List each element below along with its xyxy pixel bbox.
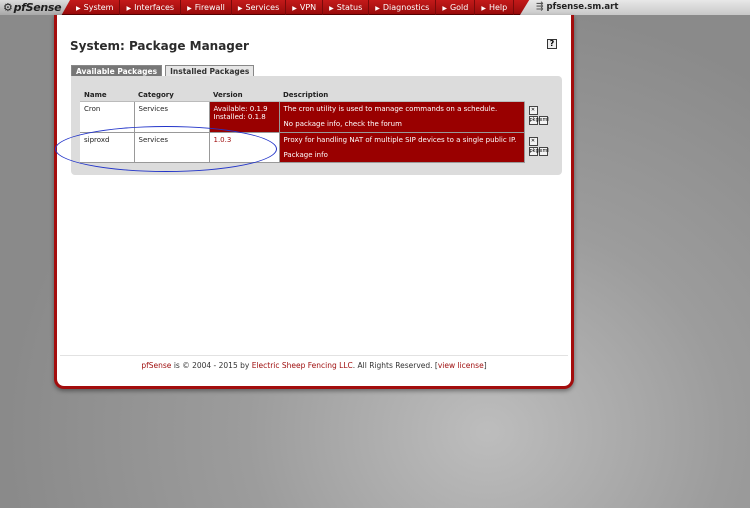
footer: pfSense is © 2004 - 2015 by Electric She… [57, 361, 571, 370]
menu-system[interactable]: ▶ System [70, 0, 121, 15]
menu-services[interactable]: ▶ Services [232, 0, 287, 15]
col-version: Version [209, 89, 279, 102]
menu-label: Diagnostics [382, 3, 430, 12]
main-menu: ▶ System ▶ Interfaces ▶ Firewall ▶ Services … [70, 0, 515, 15]
footer-divider [60, 355, 568, 356]
logo-area: ⚙pfSense [0, 0, 70, 15]
col-actions [524, 89, 552, 102]
menu-firewall[interactable]: ▶ Firewall [181, 0, 232, 15]
view-license-link[interactable]: view license [438, 361, 484, 370]
hostname: ⇶ pfsense.sm.art [536, 0, 618, 15]
table-row: siproxd Services 1.0.3 Proxy for handlin… [80, 132, 552, 163]
pkg-reinstall-icon[interactable]: pkg [528, 115, 539, 125]
help-icon[interactable]: ? [547, 39, 557, 49]
arrow-right-icon: ▶ [126, 5, 132, 12]
pkg-description: The cron utility is used to manage comma… [279, 101, 525, 133]
top-nav-bar: ⚙pfSense ▶ System ▶ Interfaces ▶ Firewall ▶… [0, 0, 750, 15]
arrow-right-icon: ▶ [375, 5, 380, 12]
xml-reinstall-icon[interactable]: xml [538, 146, 549, 156]
main-panel: System: Package Manager ? Available Pack… [54, 15, 574, 389]
menu-interfaces[interactable]: ▶ Interfaces [120, 0, 182, 15]
version-installed: Installed: 0.1.8 [213, 113, 266, 121]
menu-status[interactable]: ▶ Status [323, 0, 370, 15]
version-available: Available: 0.1.9 [213, 105, 268, 113]
pkg-actions: ✕ pkg xml [524, 132, 552, 163]
arrow-right-icon: ▶ [76, 5, 81, 12]
description-text: Proxy for handling NAT of multiple SIP d… [283, 136, 517, 144]
pkg-description: Proxy for handling NAT of multiple SIP d… [279, 132, 525, 163]
pfsense-logo[interactable]: ⚙pfSense [3, 1, 62, 14]
footer-brand-link[interactable]: pfSense [141, 361, 171, 370]
menu-diagnostics[interactable]: ▶ Diagnostics [369, 0, 437, 15]
package-list-container: Name Category Version Description Cron S… [71, 76, 562, 175]
remove-icon[interactable]: ✕ [528, 105, 538, 115]
table-row: Cron Services Available: 0.1.9 Installed:… [80, 101, 552, 133]
arrow-right-icon: ▶ [481, 5, 486, 12]
menu-label: Firewall [194, 3, 225, 12]
footer-company-link[interactable]: Electric Sheep Fencing LLC [252, 361, 353, 370]
package-info-link[interactable]: Package info [284, 151, 328, 159]
menu-label: VPN [299, 3, 317, 12]
host-area: ⇶ pfsense.sm.art [520, 0, 750, 15]
menu-help[interactable]: ▶ Help [475, 0, 515, 15]
menu-gold[interactable]: ▶ Gold [436, 0, 476, 15]
logo-text: pfSense [13, 1, 62, 14]
page-title: System: Package Manager [70, 39, 249, 53]
pkg-version: Available: 0.1.9 Installed: 0.1.8 [209, 101, 280, 133]
package-table: Name Category Version Description Cron S… [80, 89, 552, 163]
menu-vpn[interactable]: ▶ VPN [286, 0, 324, 15]
arrow-right-icon: ▶ [237, 5, 243, 12]
menu-label: Status [336, 3, 363, 12]
pkg-reinstall-icon[interactable]: pkg [528, 146, 539, 156]
footer-text: . All Rights Reserved. [ [352, 361, 438, 370]
col-name: Name [80, 89, 134, 102]
col-category: Category [134, 89, 209, 102]
pkg-name: Cron [80, 101, 135, 133]
package-info-link[interactable]: No package info, check the forum [284, 120, 402, 128]
menu-label: Services [245, 3, 280, 12]
gear-icon: ⚙ [3, 1, 13, 14]
arrow-right-icon: ▶ [292, 5, 297, 12]
pkg-name: siproxd [80, 132, 135, 163]
table-header-row: Name Category Version Description [80, 89, 552, 102]
version-installed: 1.0.3 [213, 136, 232, 144]
menu-label: System [83, 3, 114, 12]
pkg-actions: ✕ pkg xml [524, 101, 552, 133]
pkg-category: Services [134, 101, 210, 133]
footer-text: is © 2004 - 2015 by [171, 361, 252, 370]
description-text: The cron utility is used to manage comma… [283, 105, 498, 113]
arrow-right-icon: ▶ [442, 5, 447, 12]
hostname-text: pfsense.sm.art [546, 2, 619, 12]
menu-label: Help [488, 3, 508, 12]
col-description: Description [279, 89, 524, 102]
remove-icon[interactable]: ✕ [528, 136, 538, 146]
arrow-right-icon: ▶ [329, 5, 334, 12]
arrow-right-icon: ▶ [187, 5, 192, 12]
menu-label: Interfaces [134, 3, 175, 12]
pkg-category: Services [134, 132, 210, 163]
xml-reinstall-icon[interactable]: xml [538, 115, 549, 125]
pkg-version: 1.0.3 [209, 132, 280, 163]
footer-text: ] [483, 361, 487, 370]
menu-label: Gold [449, 3, 469, 12]
network-icon: ⇶ [536, 2, 544, 12]
